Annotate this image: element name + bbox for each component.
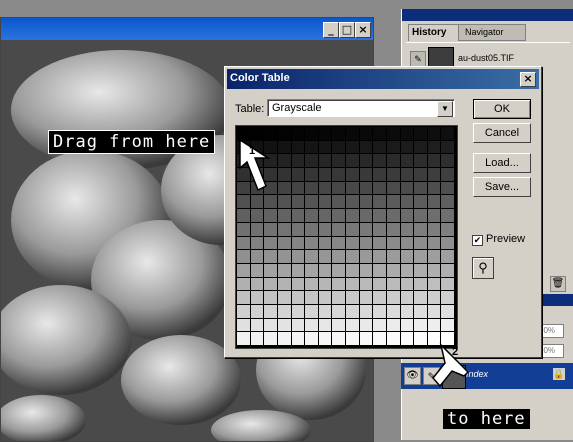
step-2-label: 2 [452, 346, 459, 358]
annotation-arrows [239, 138, 470, 388]
step-1-label: 1 [249, 145, 256, 157]
arrow-2-icon [432, 342, 470, 388]
